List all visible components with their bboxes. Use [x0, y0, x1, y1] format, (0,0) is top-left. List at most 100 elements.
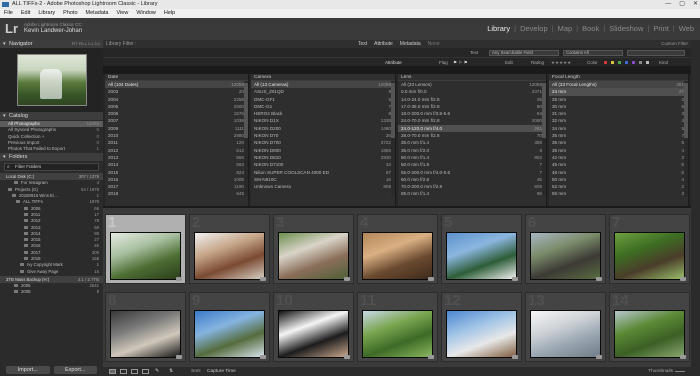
thumbnail-image[interactable]: [446, 232, 517, 280]
import-button[interactable]: Import...: [6, 366, 50, 374]
thumbnail-image[interactable]: [362, 310, 433, 358]
filter-row[interactable]: 14.0-24.0 mm f/2.8 25: [398, 96, 546, 103]
filter-row[interactable]: 2007 1038: [105, 117, 248, 124]
thumbnail-image[interactable]: [278, 232, 349, 280]
rating-stars-icon[interactable]: ★★★★★: [551, 58, 571, 67]
color-swatch[interactable]: [603, 60, 608, 65]
module-slideshow[interactable]: Slideshow: [609, 24, 643, 33]
filter-row[interactable]: 70.0-200.0 mm f/2.8 805: [398, 183, 546, 190]
color-swatch[interactable]: [638, 60, 643, 65]
volume-mass-backup[interactable]: 3TB Mass Backup (H:) 2.1 / 2.7TB: [0, 275, 103, 283]
color-swatch[interactable]: [631, 60, 636, 65]
compare-view-icon[interactable]: [131, 369, 138, 374]
right-panel-collapsed[interactable]: [691, 40, 700, 376]
column-scrollbar[interactable]: [684, 81, 688, 196]
filter-row[interactable]: DMC-G1 7: [251, 103, 395, 110]
search-rule-select[interactable]: Contains All: [563, 49, 623, 56]
thumbnail-cell[interactable]: 11: [357, 292, 438, 362]
menu-edit[interactable]: Edit: [21, 9, 30, 18]
filter-row[interactable]: 28 mm 2: [549, 96, 688, 103]
filter-row[interactable]: NIKON D200 1480: [251, 125, 395, 132]
loupe-view-icon[interactable]: [120, 369, 127, 374]
thumbnail-cell[interactable]: 2: [189, 214, 270, 284]
thumbnail-cell[interactable]: 14: [609, 292, 690, 362]
filter-row[interactable]: 2013 550: [105, 154, 248, 161]
column-header[interactable]: Lens: [398, 74, 546, 81]
filter-row[interactable]: 50.0 mm f/1.4 802: [398, 154, 546, 161]
filter-tab-attribute[interactable]: Attribute: [374, 40, 393, 48]
thumbnail-image[interactable]: [110, 232, 181, 280]
folder-item[interactable]: Give Away Page 16: [0, 269, 103, 275]
thumbnail-image[interactable]: [530, 232, 601, 280]
sort-direction-icon[interactable]: ⇅: [169, 367, 173, 376]
menu-library[interactable]: Library: [38, 9, 55, 18]
thumbnail-cell[interactable]: 1: [105, 214, 186, 284]
thumbnail-cell[interactable]: 13: [525, 292, 606, 362]
sort-select[interactable]: Capture Time: [207, 367, 236, 376]
filter-row[interactable]: 2014 593: [105, 161, 248, 168]
filter-row[interactable]: 2016 1005: [105, 176, 248, 183]
column-header[interactable]: Focal Length: [549, 74, 688, 81]
filter-row[interactable]: NIKON D7100 43: [251, 161, 395, 168]
filter-row[interactable]: 60.0 mm f/2.8 45: [398, 176, 546, 183]
filter-row[interactable]: Unknown Camera 808: [251, 183, 395, 190]
thumbnail-image[interactable]: [614, 310, 685, 358]
column-scrollbar[interactable]: [391, 81, 395, 196]
filter-row[interactable]: All (33 Lenses) 12058: [398, 81, 546, 88]
thumbnail-cell[interactable]: 10: [273, 292, 354, 362]
thumbnail-cell[interactable]: 9: [189, 292, 270, 362]
filter-row[interactable]: All (33 Focal Lengths) 281: [549, 81, 688, 89]
filter-row[interactable]: All (13 Cameras) 12058: [251, 81, 395, 89]
thumbnail-image[interactable]: [194, 310, 265, 358]
filter-row[interactable]: 2004 2258: [105, 96, 248, 103]
thumbnail-image[interactable]: [530, 310, 601, 358]
thumbnail-cell[interactable]: 6: [525, 214, 606, 284]
maximize-button[interactable]: ▢: [679, 0, 685, 9]
module-library[interactable]: Library: [487, 24, 510, 33]
menu-help[interactable]: Help: [164, 9, 175, 18]
filter-row[interactable]: 2011 120: [105, 139, 248, 146]
filter-tab-text[interactable]: Text: [358, 40, 367, 48]
module-print[interactable]: Print: [653, 24, 668, 33]
thumbnail-image[interactable]: [614, 232, 685, 280]
filter-row[interactable]: 2017 1190: [105, 183, 248, 190]
filter-row[interactable]: 35.0 mm f/1.4 388: [398, 139, 546, 146]
flag-icon[interactable]: ⚑ ⚐ ⚑: [453, 58, 468, 67]
filter-row[interactable]: NIKON D700 3722: [251, 139, 395, 146]
grid-view-icon[interactable]: [109, 369, 116, 374]
filter-row[interactable]: 2009 1111: [105, 125, 248, 132]
filter-row[interactable]: ASUS_Z01QD 9: [251, 88, 395, 95]
menu-window[interactable]: Window: [136, 9, 156, 18]
folders-header[interactable]: Folders: [0, 153, 103, 162]
catalog-header[interactable]: Catalog: [0, 112, 103, 120]
column-header[interactable]: Camera: [251, 74, 395, 81]
menu-metadata[interactable]: Metadata: [86, 9, 109, 18]
export-button[interactable]: Export...: [53, 366, 97, 374]
navigator-zoom-options[interactable]: FIT FILL 1:1 3:1: [72, 40, 100, 48]
filter-row[interactable]: 18.0-200.0 mm f/3.5-5.6 64: [398, 110, 546, 117]
filter-row[interactable]: SM-N910C 16: [251, 176, 395, 183]
module-develop[interactable]: Develop: [520, 24, 548, 33]
thumbnail-cell[interactable]: 12: [441, 292, 522, 362]
filter-preset-select[interactable]: Custom Filter: [661, 40, 688, 48]
filter-tab-none[interactable]: None: [428, 40, 440, 48]
navigator-preview[interactable]: [0, 48, 103, 112]
thumbnail-cell[interactable]: 3: [273, 214, 354, 284]
filter-row[interactable]: 32 mm 4: [549, 117, 688, 124]
filter-row[interactable]: 24 mm 27: [549, 88, 688, 96]
survey-view-icon[interactable]: [142, 369, 149, 374]
filter-row[interactable]: 85.0 mm f/1.4 98: [398, 190, 546, 197]
filter-row[interactable]: NIKON D800 1859: [251, 147, 395, 154]
filter-row[interactable]: 35.0 mm f/2.0 8: [398, 147, 546, 154]
search-field-select[interactable]: Any Searchable Field: [489, 49, 559, 56]
filter-row[interactable]: 0.0 mm f/0.0 2371: [398, 88, 546, 95]
filter-row[interactable]: Nikon SUPER COOLSCAN 4000 ED 87: [251, 169, 395, 176]
filter-row[interactable]: 42 mm 3: [549, 154, 688, 161]
module-web[interactable]: Web: [679, 24, 694, 33]
filter-row[interactable]: 2003 20: [105, 88, 248, 95]
minimize-button[interactable]: —: [665, 0, 671, 9]
color-swatch[interactable]: [624, 60, 629, 65]
color-swatch[interactable]: [617, 60, 622, 65]
filter-tab-metadata[interactable]: Metadata: [400, 40, 421, 48]
filter-row[interactable]: 2018 645: [105, 190, 248, 197]
